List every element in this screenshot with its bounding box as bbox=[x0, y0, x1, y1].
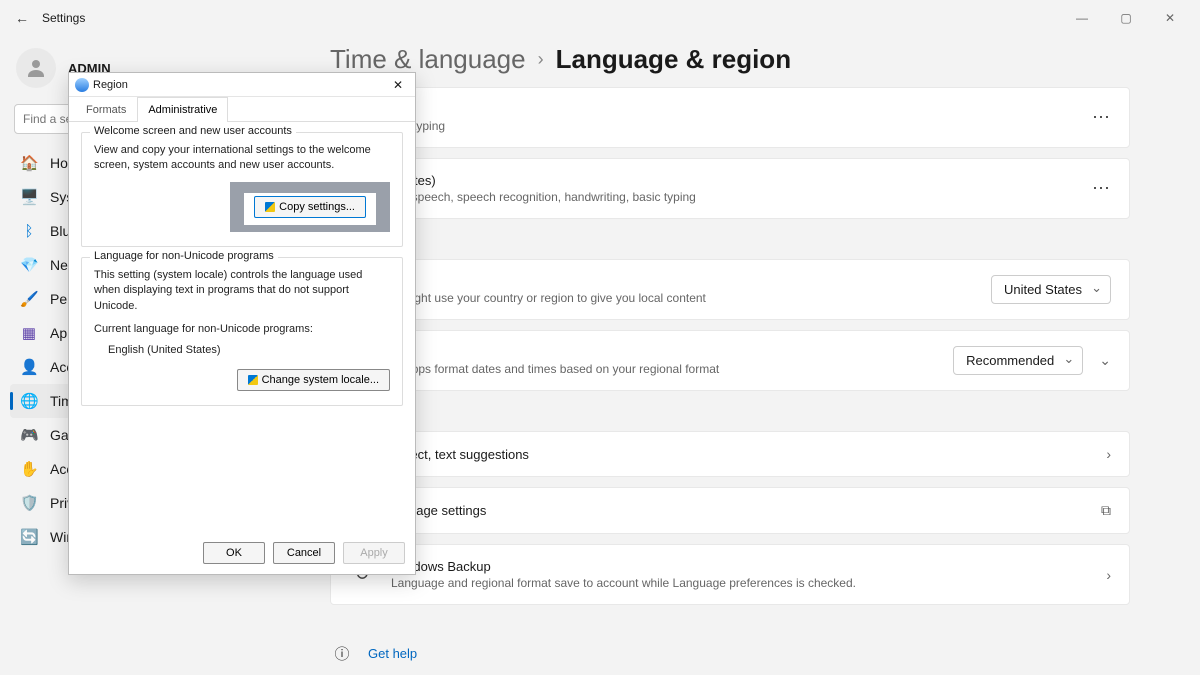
dialog-titlebar: Region ✕ bbox=[69, 73, 415, 97]
group-label: Welcome screen and new user accounts bbox=[90, 125, 296, 137]
expand-chevron-icon[interactable]: ⌄ bbox=[1099, 352, 1111, 369]
nav-icon: 👤 bbox=[20, 358, 38, 376]
region-dialog: Region ✕ Formats Administrative Welcome … bbox=[68, 72, 416, 575]
settings-card[interactable]: k, autocorrect, text suggestions› bbox=[330, 431, 1130, 477]
get-help-link[interactable]: Get help bbox=[368, 646, 417, 661]
window-title: Settings bbox=[42, 11, 85, 25]
card-title: Windows Backup bbox=[391, 559, 856, 574]
globe-icon bbox=[75, 78, 89, 92]
dropdown-select[interactable]: United States bbox=[991, 275, 1111, 304]
nav-icon: 💎 bbox=[20, 256, 38, 274]
close-button[interactable]: ✕ bbox=[1148, 2, 1192, 34]
current-lang-label: Current language for non-Unicode program… bbox=[94, 322, 390, 337]
more-options-button[interactable]: ⋯ bbox=[1092, 107, 1111, 128]
card-subtitle: Language and regional format save to acc… bbox=[391, 576, 856, 590]
page-title: Language & region bbox=[556, 44, 791, 75]
nav-icon: 🌐 bbox=[20, 392, 38, 410]
non-unicode-group: Language for non-Unicode programs This s… bbox=[81, 257, 403, 406]
content-area: Time & language › Language & region esee… bbox=[290, 36, 1200, 675]
region-card[interactable]: formatand some apps format dates and tim… bbox=[330, 330, 1130, 391]
avatar bbox=[16, 48, 56, 88]
highlight-frame: Copy settings... bbox=[230, 182, 390, 232]
shield-icon bbox=[248, 375, 258, 385]
nav-icon: 🔄 bbox=[20, 528, 38, 546]
help-icon: ⓘ bbox=[332, 643, 352, 664]
current-lang-value: English (United States) bbox=[94, 343, 390, 358]
change-system-locale-button[interactable]: Change system locale... bbox=[237, 369, 390, 391]
tab-formats[interactable]: Formats bbox=[75, 97, 137, 122]
welcome-screen-group: Welcome screen and new user accounts Vie… bbox=[81, 132, 403, 247]
group-label: Language for non-Unicode programs bbox=[90, 250, 278, 262]
settings-card[interactable]: rative language settings⧉ bbox=[330, 487, 1130, 534]
dropdown-select[interactable]: Recommended bbox=[953, 346, 1083, 375]
dialog-close-button[interactable]: ✕ bbox=[387, 78, 409, 92]
chevron-right-icon: › bbox=[538, 49, 544, 70]
nav-icon: ▦ bbox=[20, 324, 38, 342]
tab-administrative[interactable]: Administrative bbox=[137, 97, 228, 122]
nav-icon: ✋ bbox=[20, 460, 38, 478]
copy-settings-button[interactable]: Copy settings... bbox=[254, 196, 366, 218]
breadcrumb: Time & language › Language & region bbox=[330, 44, 1130, 75]
apply-button[interactable]: Apply bbox=[343, 542, 405, 564]
ok-button[interactable]: OK bbox=[203, 542, 265, 564]
nav-icon: 🏠 bbox=[20, 154, 38, 172]
maximize-button[interactable]: ▢ bbox=[1104, 2, 1148, 34]
region-card[interactable]: or regionand apps might use your country… bbox=[330, 259, 1130, 320]
nav-icon: 🖥️ bbox=[20, 188, 38, 206]
chevron-right-icon: › bbox=[1106, 567, 1111, 583]
group-text: View and copy your international setting… bbox=[94, 143, 390, 174]
back-button[interactable]: ← bbox=[8, 10, 36, 26]
breadcrumb-parent[interactable]: Time & language bbox=[330, 44, 526, 75]
nav-icon: 🛡️ bbox=[20, 494, 38, 512]
shield-icon bbox=[265, 202, 275, 212]
window-titlebar: ← Settings — ▢ ✕ bbox=[0, 0, 1200, 36]
minimize-button[interactable]: — bbox=[1060, 2, 1104, 34]
dialog-title: Region bbox=[93, 79, 128, 91]
get-help-row[interactable]: ⓘ Get help bbox=[330, 635, 1130, 672]
more-options-button[interactable]: ⋯ bbox=[1092, 178, 1111, 199]
dialog-tabs: Formats Administrative bbox=[69, 97, 415, 122]
language-card[interactable]: (United States)ack, text-to-speech, spee… bbox=[330, 158, 1130, 219]
windows-backup-card[interactable]: ↻ Windows Backup Language and regional f… bbox=[330, 544, 1130, 605]
nav-icon: ᛒ bbox=[20, 223, 38, 240]
nav-icon: 🖌️ bbox=[20, 290, 38, 308]
nav-icon: 🎮 bbox=[20, 426, 38, 444]
chevron-right-icon: › bbox=[1106, 446, 1111, 462]
language-card[interactable]: eseeech, basic typing⋯ bbox=[330, 87, 1130, 148]
cancel-button[interactable]: Cancel bbox=[273, 542, 335, 564]
group-text: This setting (system locale) controls th… bbox=[94, 268, 390, 314]
external-link-icon: ⧉ bbox=[1101, 502, 1111, 519]
